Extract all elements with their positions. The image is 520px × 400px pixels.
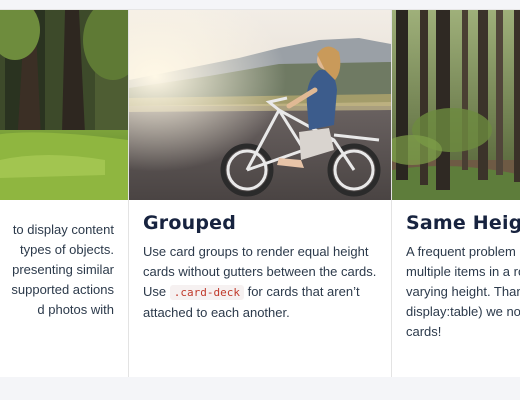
card-text: to display content types of objects. pre… xyxy=(0,220,114,320)
top-strip xyxy=(0,0,520,9)
card-group: to display content types of objects. pre… xyxy=(0,9,520,378)
code-snippet: .card-deck xyxy=(169,285,244,300)
card-body-forest: to display content types of objects. pre… xyxy=(0,200,128,320)
text-line: to display content xyxy=(12,222,114,237)
card-body-same-height: Same Height A frequent problem o multipl… xyxy=(392,200,520,342)
text-line: supported actions xyxy=(11,282,114,297)
card-title: Grouped xyxy=(143,212,237,234)
page: to display content types of objects. pre… xyxy=(0,0,520,400)
footer-strip xyxy=(0,377,520,400)
text-line: presenting similar xyxy=(12,262,114,277)
text-line: d photos with xyxy=(37,302,114,317)
card-text: Use card groups to render equal height c… xyxy=(143,242,377,323)
card-grouped: Grouped Use card groups to render equal … xyxy=(128,10,391,377)
bicycle-photo xyxy=(129,10,391,200)
card-same-height: Same Height A frequent problem o multipl… xyxy=(391,10,520,377)
card-text: A frequent problem o multiple items in a… xyxy=(406,244,520,339)
card-title: Same Height xyxy=(406,212,520,234)
card-forest: to display content types of objects. pre… xyxy=(0,10,128,377)
forest-photo xyxy=(0,10,128,200)
card-body-grouped: Grouped Use card groups to render equal … xyxy=(129,200,391,323)
text-line: types of objects. xyxy=(20,242,114,257)
trees-photo xyxy=(392,10,520,200)
